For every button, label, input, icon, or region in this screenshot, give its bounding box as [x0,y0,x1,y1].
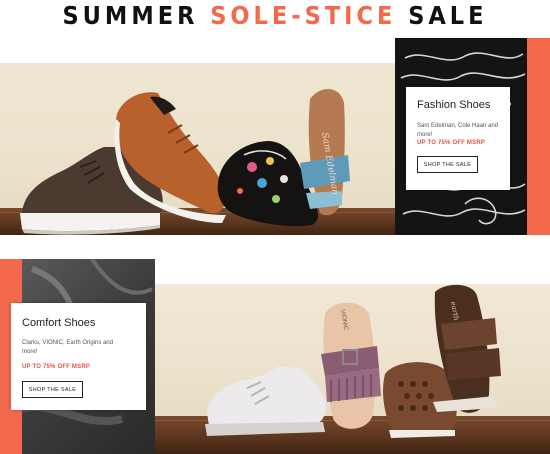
white-sneaker [205,366,326,436]
headline-part-sale: SALE [396,1,488,30]
comfort-shoes-illustration: VIONIC earth [205,284,501,438]
sale-headline: SUMMER SOLE-STICE SALE [0,0,550,34]
fashion-shoes-illustration: Sam Edelman [20,88,350,235]
mauve-fringe-sandal: VIONIC [321,302,381,429]
fashion-card-brands: Sam Edelman, Cole Haan and more! [417,123,499,138]
fashion-card-offer: UP TO 75% OFF MSRP [417,140,486,146]
comfort-card-brands: Clarks, VIONIC, Earth Origins and more! [22,340,114,355]
comfort-shop-the-sale-button[interactable]: SHOP THE SALE [22,381,83,398]
fashion-shoes-promo[interactable]: Sam Edelman Fashion Shoes Sam Edelman, C… [0,38,550,235]
comfort-shoes-photo[interactable]: VIONIC earth [155,284,550,454]
comfort-info-card: Comfort Shoes Clarks, VIONIC, Earth Orig… [11,303,146,410]
embroidered-black-mule [217,141,319,227]
fashion-shoes-photo[interactable]: Sam Edelman [0,63,395,235]
comfort-shoes-promo[interactable]: Comfort Shoes Clarks, VIONIC, Earth Orig… [0,259,550,454]
fashion-info-card: Fashion Shoes Sam Edelman, Cole Haan and… [406,87,510,190]
fashion-card-title: Fashion Shoes [417,99,491,111]
fashion-shop-the-sale-button[interactable]: SHOP THE SALE [417,156,478,173]
comfort-card-title: Comfort Shoes [22,317,96,329]
headline-part-summer: SUMMER [62,1,211,30]
comfort-card-offer: UP TO 75% OFF MSRP [22,364,91,370]
headline-part-solestice: SOLE-STICE [210,1,397,30]
blue-slide-sandal: Sam Edelman [300,88,350,216]
